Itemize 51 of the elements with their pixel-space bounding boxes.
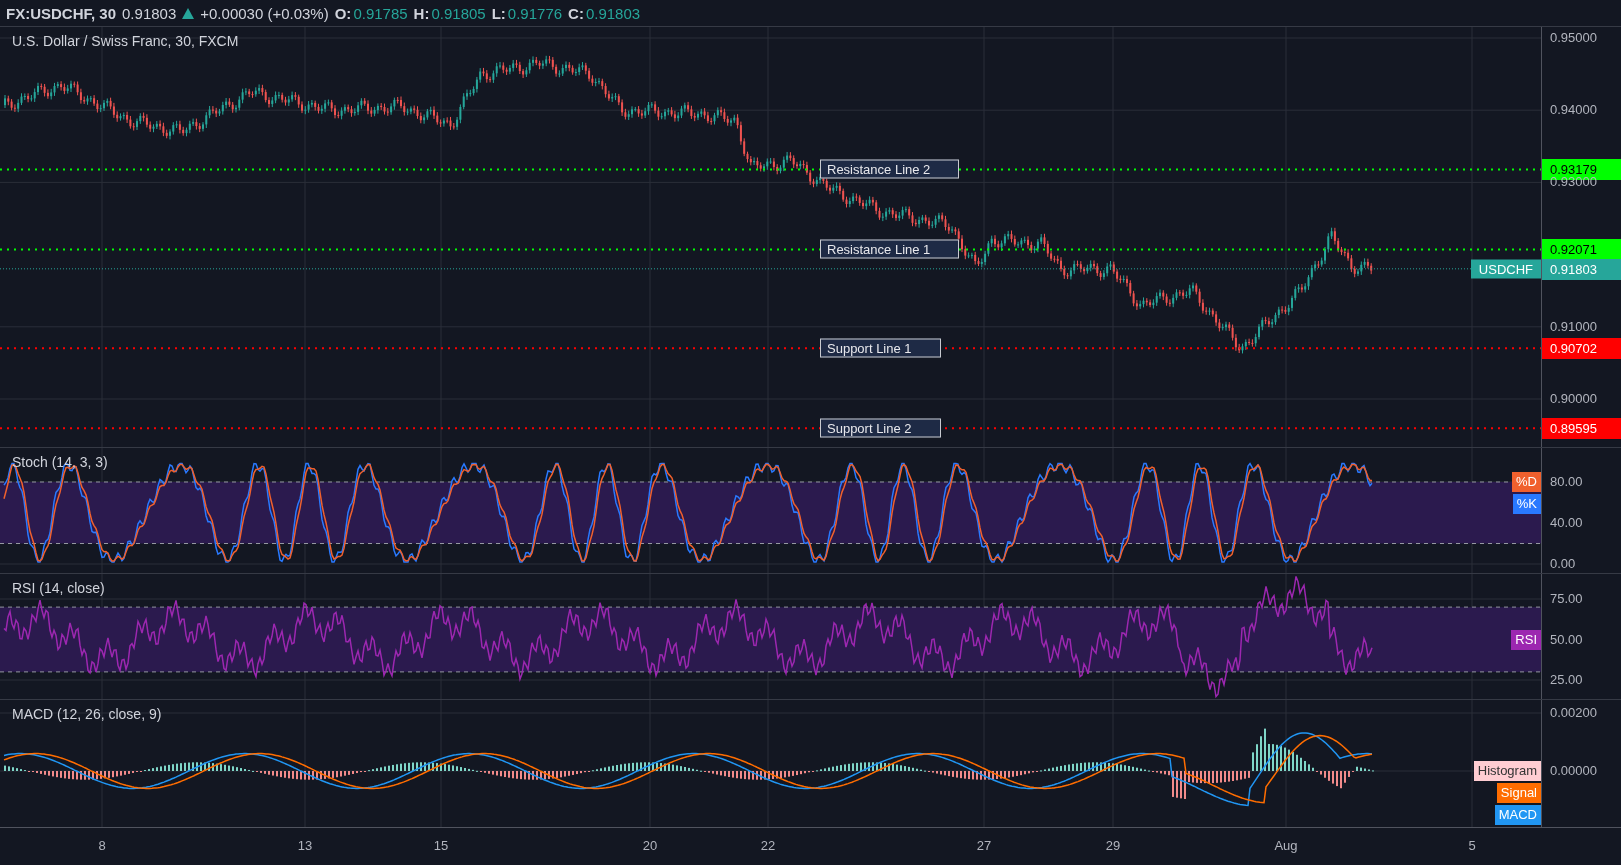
time-label: 5 bbox=[1468, 838, 1476, 853]
axis-label: 75.00 bbox=[1550, 591, 1583, 607]
ohlc-label: H: bbox=[413, 4, 430, 22]
legend-tag: Histogram bbox=[1473, 761, 1541, 781]
symbol-tag: USDCHF bbox=[1470, 259, 1541, 279]
level-label: Resistance Line 1 bbox=[820, 239, 960, 259]
level-label: Resistance Line 2 bbox=[820, 159, 960, 179]
time-label: Aug bbox=[1274, 838, 1298, 853]
legend-tag: Signal bbox=[1496, 783, 1541, 803]
time-label: 15 bbox=[433, 838, 449, 853]
last-price: 0.91803 bbox=[122, 4, 177, 22]
legend-tag: MACD bbox=[1494, 805, 1541, 825]
indicator-title: MACD (12, 26, close, 9) bbox=[12, 706, 162, 722]
chart-title: U.S. Dollar / Swiss Franc, 30, FXCM bbox=[12, 33, 239, 49]
axis-label: 0.90000 bbox=[1550, 391, 1597, 407]
axis-label: 0.95000 bbox=[1550, 30, 1597, 46]
level-label: Support Line 1 bbox=[820, 338, 941, 358]
legend-tag: %K bbox=[1512, 494, 1541, 514]
axis-label: 0.00000 bbox=[1550, 763, 1597, 779]
level-price-tag: 0.89595 bbox=[1542, 418, 1621, 440]
legend-tag: RSI bbox=[1511, 629, 1541, 650]
ohlc-value: 0.91785 bbox=[353, 4, 408, 22]
time-label: 8 bbox=[98, 838, 106, 853]
price-change: +0.00030 (+0.03%) bbox=[200, 4, 329, 22]
time-label: 27 bbox=[976, 838, 992, 853]
time-label: 20 bbox=[642, 838, 658, 853]
symbol-title: FX:USDCHF, 30 bbox=[6, 4, 117, 22]
ohlc-value: 0.91776 bbox=[507, 4, 563, 22]
indicator-title: Stoch (14, 3, 3) bbox=[12, 454, 108, 470]
axis-label: 0.00200 bbox=[1550, 705, 1597, 721]
axis-label: 80.00 bbox=[1550, 474, 1583, 490]
level-price-tag: 0.90702 bbox=[1542, 338, 1621, 360]
ohlc-value: 0.91803 bbox=[585, 4, 641, 22]
time-label: 29 bbox=[1105, 838, 1121, 853]
ohlc-value: 0.91805 bbox=[431, 4, 486, 22]
level-price-tag: 0.92071 bbox=[1542, 239, 1621, 261]
indicator-title: RSI (14, close) bbox=[12, 580, 105, 596]
ohlc-label: L: bbox=[491, 4, 506, 22]
level-label: Support Line 2 bbox=[820, 418, 941, 438]
ohlc-label: O: bbox=[334, 4, 352, 22]
time-label: 22 bbox=[760, 838, 776, 853]
axis-label: 40.00 bbox=[1550, 515, 1583, 531]
axis-label: 0.00 bbox=[1550, 556, 1576, 572]
legend-tag: %D bbox=[1512, 472, 1541, 492]
axis-label: 50.00 bbox=[1550, 631, 1583, 648]
axis-label: 25.00 bbox=[1550, 672, 1583, 688]
last-price-tag: 0.91803 bbox=[1542, 258, 1621, 280]
time-label: 13 bbox=[297, 838, 313, 853]
axis-label: 0.91000 bbox=[1550, 318, 1597, 335]
ohlc-label: C: bbox=[568, 4, 584, 22]
axis-label: 0.94000 bbox=[1550, 102, 1597, 119]
